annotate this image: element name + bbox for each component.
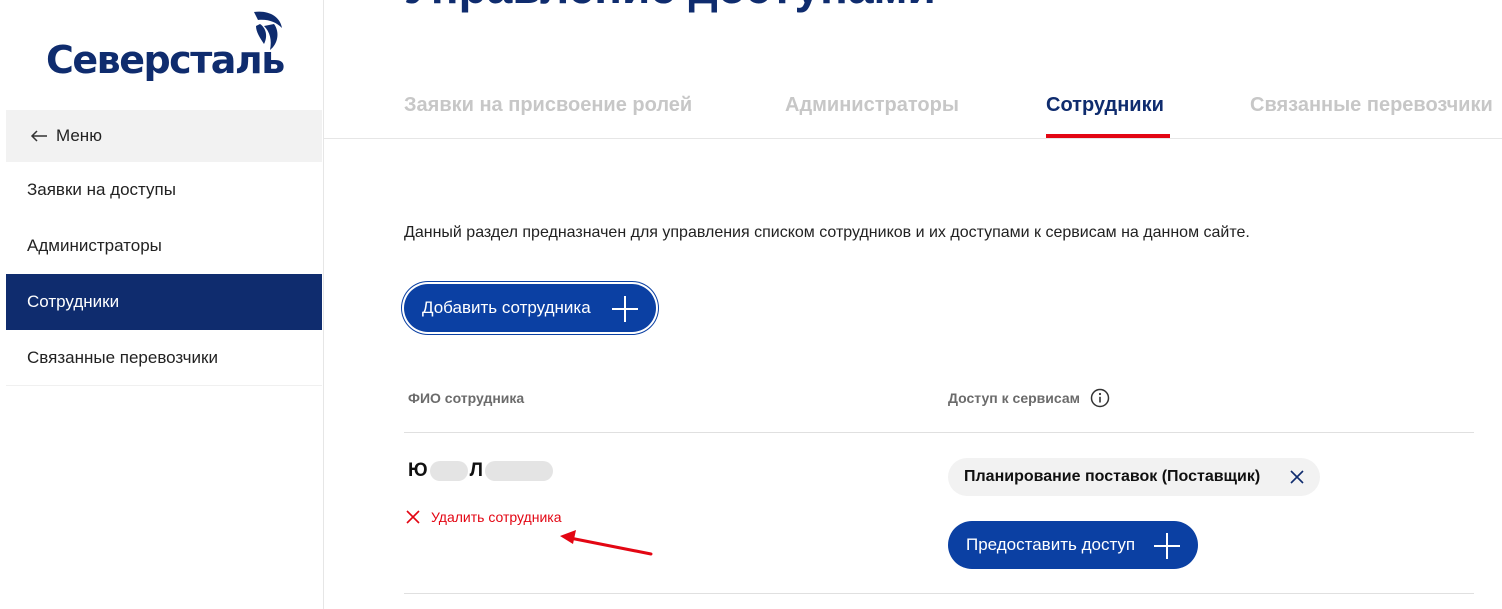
- plus-icon: [1154, 533, 1180, 559]
- row-divider: [404, 593, 1474, 594]
- annotation-arrow-icon: [560, 530, 653, 556]
- tab-role-requests[interactable]: Заявки на присвоение ролей: [404, 94, 692, 117]
- grant-access-label: Предоставить доступ: [966, 535, 1136, 554]
- service-chip: Планирование поставок (Поставщик): [948, 458, 1320, 496]
- sidebar-item-label: Сотрудники: [27, 292, 120, 311]
- service-chip-label: Планирование поставок (Поставщик): [964, 468, 1261, 485]
- redacted-text: [429, 461, 468, 481]
- column-header-employee: ФИО сотрудника: [408, 390, 525, 406]
- sidebar-item-label: Администраторы: [27, 236, 162, 255]
- arrow-left-icon: [30, 130, 47, 142]
- add-employee-button[interactable]: Добавить сотрудника: [404, 284, 656, 332]
- plus-icon: [612, 296, 638, 322]
- add-employee-label: Добавить сотрудника: [422, 298, 591, 317]
- sidebar-item-label: Связанные перевозчики: [27, 348, 218, 367]
- tab-administrators[interactable]: Администраторы: [785, 94, 959, 117]
- delete-employee-label: Удалить сотрудника: [431, 509, 562, 525]
- page-title: Управление доступами: [404, 0, 936, 14]
- close-icon: [406, 510, 420, 524]
- column-header-access: Доступ к сервисам: [948, 390, 1080, 406]
- info-icon[interactable]: [1090, 388, 1110, 408]
- menu-back-button[interactable]: Меню: [6, 110, 322, 162]
- table-header-divider: [404, 432, 1474, 433]
- tabs-divider: [324, 138, 1502, 139]
- severstal-logo[interactable]: Северсталь: [46, 10, 286, 90]
- redacted-text: [484, 461, 553, 481]
- sidebar-item-label: Заявки на доступы: [27, 180, 176, 199]
- sidebar-border: [323, 0, 324, 609]
- sidebar: Северсталь Меню Заявки на доступы Админи…: [6, 0, 322, 609]
- employee-name-initial: Ю: [408, 460, 428, 481]
- menu-back-label: Меню: [56, 126, 102, 145]
- section-description: Данный раздел предназначен для управлени…: [404, 224, 1250, 241]
- sidebar-item-linked-carriers[interactable]: Связанные перевозчики: [6, 330, 322, 386]
- sidebar-item-administrators[interactable]: Администраторы: [6, 218, 322, 274]
- logo-emblem-icon: [254, 11, 282, 50]
- tab-linked-carriers[interactable]: Связанные перевозчики: [1250, 94, 1493, 117]
- close-icon[interactable]: [1288, 468, 1306, 486]
- tab-bar: Заявки на присвоение ролей Администратор…: [404, 80, 1502, 140]
- employee-name: Ю Л: [408, 460, 553, 482]
- sidebar-divider: [6, 385, 322, 386]
- tab-employees[interactable]: Сотрудники: [1046, 94, 1164, 117]
- grant-access-button[interactable]: Предоставить доступ: [948, 521, 1198, 569]
- employee-name-initial: Л: [469, 460, 483, 481]
- sidebar-item-access-requests[interactable]: Заявки на доступы: [6, 162, 322, 218]
- delete-employee-button[interactable]: Удалить сотрудника: [404, 508, 562, 526]
- sidebar-item-employees[interactable]: Сотрудники: [6, 274, 322, 330]
